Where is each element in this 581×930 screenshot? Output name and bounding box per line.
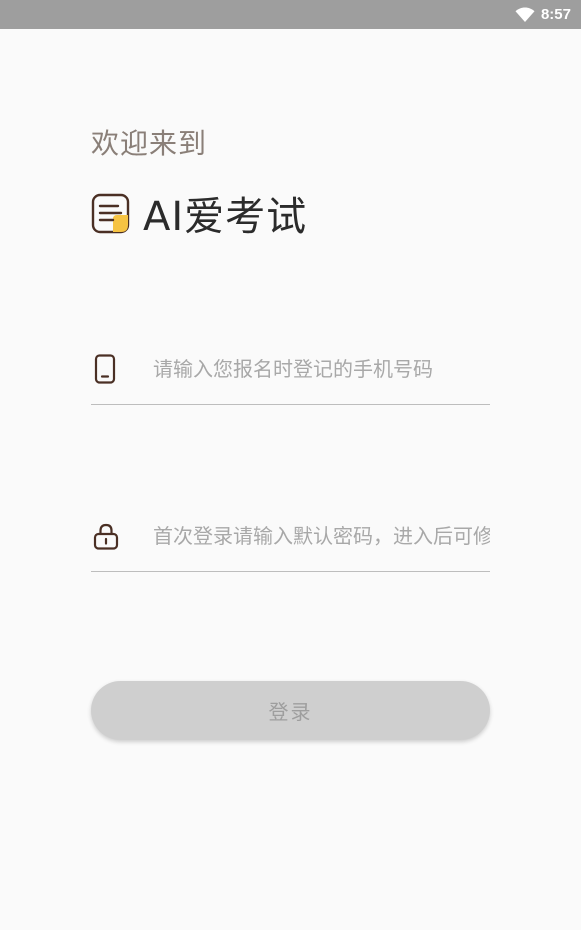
status-time: 8:57 bbox=[540, 6, 571, 23]
brand-header: AI爱考试 bbox=[91, 184, 307, 242]
status-bar: 8:57 bbox=[0, 0, 581, 29]
status-indicators: 8:57 bbox=[515, 0, 571, 29]
wifi-icon bbox=[515, 6, 535, 23]
password-input[interactable] bbox=[153, 519, 490, 553]
welcome-text: 欢迎来到 bbox=[91, 127, 208, 160]
lock-icon bbox=[93, 521, 119, 551]
notes-icon bbox=[91, 191, 131, 235]
app-title: AI爱考试 bbox=[143, 194, 308, 240]
phone-input[interactable] bbox=[153, 352, 490, 386]
login-button[interactable]: 登录 bbox=[91, 681, 490, 740]
password-field bbox=[91, 511, 490, 572]
phone-field bbox=[91, 344, 490, 405]
phone-icon bbox=[93, 354, 117, 384]
